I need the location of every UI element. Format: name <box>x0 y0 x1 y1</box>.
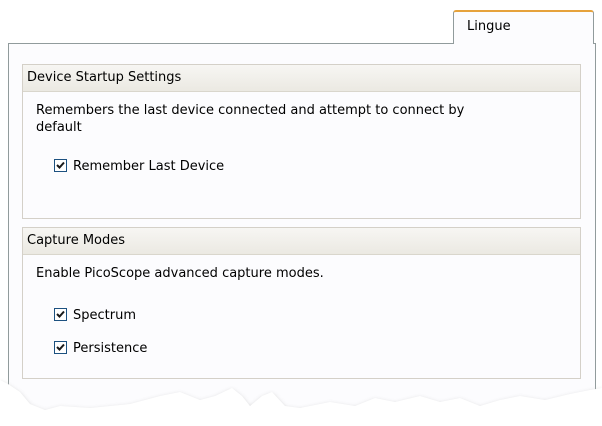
capture-modes-header: Capture Modes <box>23 228 580 255</box>
device-startup-description: Remembers the last device connected and … <box>36 103 465 135</box>
device-startup-group: Device Startup Settings Remembers the la… <box>22 64 581 219</box>
remember-last-device-checkbox[interactable]: Remember Last Device <box>54 158 224 175</box>
spectrum-checkbox[interactable]: Spectrum <box>54 307 136 324</box>
tab-panel: Device Startup Settings Remembers the la… <box>8 43 596 426</box>
spectrum-label: Spectrum <box>73 308 136 323</box>
checkmark-icon <box>54 341 67 354</box>
device-startup-header: Device Startup Settings <box>23 65 580 92</box>
tab-label: Lingue <box>467 19 511 34</box>
tab-connector <box>454 42 593 45</box>
persistence-checkbox[interactable]: Persistence <box>54 340 147 357</box>
torn-edge <box>0 380 602 426</box>
checkmark-icon <box>54 308 67 321</box>
persistence-label: Persistence <box>73 341 148 356</box>
checkmark-icon <box>54 159 67 172</box>
capture-modes-group: Capture Modes Enable PicoScope advanced … <box>22 227 581 379</box>
remember-last-device-label: Remember Last Device <box>73 159 225 174</box>
tab-lingue[interactable]: Lingue <box>453 10 594 44</box>
capture-modes-description: Enable PicoScope advanced capture modes. <box>36 266 324 281</box>
